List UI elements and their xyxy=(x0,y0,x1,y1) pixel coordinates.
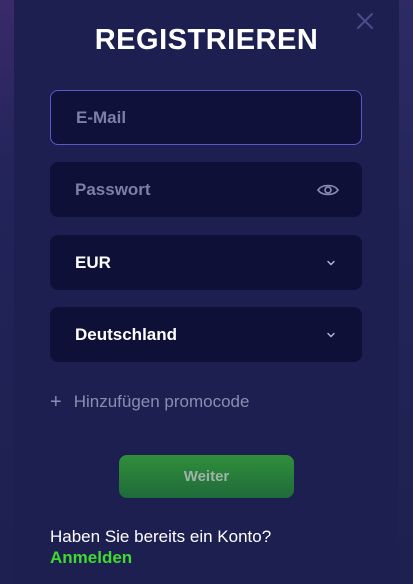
password-input[interactable] xyxy=(75,179,317,200)
email-input[interactable] xyxy=(76,107,336,128)
add-promocode-link[interactable]: + Hinzufügen promocode xyxy=(50,392,249,412)
password-field[interactable] xyxy=(50,162,362,217)
modal-title: REGISTRIEREN xyxy=(94,24,319,56)
country-select[interactable]: Deutschland xyxy=(50,307,362,362)
continue-button[interactable]: Weiter xyxy=(119,455,294,498)
eye-icon[interactable] xyxy=(317,182,339,198)
account-question: Haben Sie bereits ein Konto? xyxy=(50,527,272,546)
login-link[interactable]: Anmelden xyxy=(50,548,132,568)
currency-value: EUR xyxy=(75,252,111,272)
currency-select[interactable]: EUR xyxy=(50,235,362,290)
plus-icon: + xyxy=(50,391,62,413)
chevron-down-icon xyxy=(327,260,335,265)
chevron-down-icon xyxy=(327,332,335,337)
country-value: Deutschland xyxy=(75,324,178,344)
email-field[interactable] xyxy=(50,90,362,145)
promocode-label: Hinzufügen promocode xyxy=(73,392,250,411)
backdrop-left xyxy=(0,0,14,584)
register-modal: REGISTRIEREN EUR Deutschland + Hinzufüge… xyxy=(14,0,399,584)
backdrop-right xyxy=(399,0,413,584)
